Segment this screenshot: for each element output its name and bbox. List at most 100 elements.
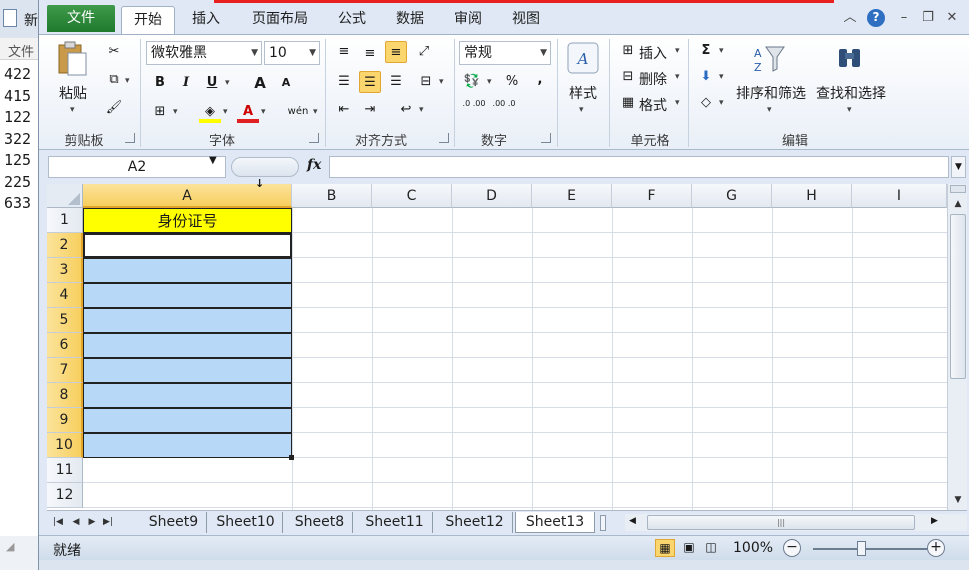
tab-home[interactable]: 开始 [121, 6, 175, 34]
last-sheet-icon[interactable]: ▶| [101, 515, 115, 530]
comma-button[interactable]: , [529, 69, 551, 91]
normal-view-icon[interactable]: ▦ [655, 539, 675, 557]
delete-cells-button[interactable]: 删除 [639, 69, 673, 89]
sheet-tab[interactable]: Sheet8 [287, 512, 353, 533]
window-restore-icon[interactable]: ❐ [919, 9, 937, 27]
cell-A9[interactable] [83, 408, 292, 433]
column-header-E[interactable]: E [532, 184, 612, 208]
currency-dropdown-icon[interactable]: ▾ [487, 77, 492, 87]
autosum-button[interactable]: Σ [695, 40, 717, 62]
scroll-down-icon[interactable]: ▼ [950, 492, 966, 508]
delete-dropdown-icon[interactable]: ▾ [675, 72, 680, 82]
vertical-scrollbar[interactable]: ▲ ▼ [947, 184, 967, 510]
cell-A10[interactable] [83, 433, 292, 458]
help-icon[interactable]: ? [867, 9, 885, 27]
sheet-tab-active[interactable]: Sheet13 [515, 512, 595, 533]
underline-dropdown-icon[interactable]: ▾ [225, 78, 230, 88]
expand-formula-bar-icon[interactable]: ▼ [951, 156, 966, 178]
horizontal-scrollbar[interactable]: ◀ ||| ▶ [625, 514, 967, 531]
align-bottom-icon[interactable]: ≡ [385, 41, 407, 63]
prev-sheet-icon[interactable]: ◀ [69, 515, 83, 530]
zoom-in-icon[interactable]: + [927, 539, 945, 557]
fill-color-icon[interactable]: ◈ [199, 101, 221, 123]
row-header-12[interactable]: 12 [47, 483, 83, 508]
column-header-H[interactable]: H [772, 184, 852, 208]
background-menu-file[interactable]: 文件 [8, 41, 34, 60]
format-cells-button[interactable]: 格式 [639, 95, 673, 115]
window-close-icon[interactable]: ✕ [943, 9, 961, 27]
ribbon-minimize-icon[interactable]: ︿ [841, 9, 859, 27]
formula-bar-splitter[interactable] [231, 157, 299, 177]
italic-button[interactable]: I [175, 72, 197, 94]
cell-A2[interactable] [83, 233, 292, 258]
align-right-icon[interactable]: ☰ [385, 71, 407, 93]
scroll-left-icon[interactable]: ◀ [629, 516, 636, 526]
row-header-4[interactable]: 4 [47, 283, 83, 308]
row-header-11[interactable]: 11 [47, 458, 83, 483]
horizontal-scroll-thumb[interactable]: ||| [647, 515, 915, 530]
copy-icon[interactable]: ⧉ [103, 69, 125, 91]
paste-button[interactable]: 粘贴 [49, 83, 97, 103]
row-header-6[interactable]: 6 [47, 333, 83, 358]
row-header-1[interactable]: 1 [47, 208, 83, 233]
borders-dropdown-icon[interactable]: ▾ [173, 107, 178, 117]
number-launcher-icon[interactable] [541, 133, 551, 143]
styles-dropdown-icon[interactable]: ▾ [579, 105, 584, 115]
clipboard-launcher-icon[interactable] [125, 133, 135, 143]
cell-A8[interactable] [83, 383, 292, 408]
number-format-combo[interactable]: 常规 ▼ [459, 41, 551, 65]
column-header-I[interactable]: I [852, 184, 947, 208]
next-sheet-icon[interactable]: ▶ [85, 515, 99, 530]
insert-cells-button[interactable]: 插入 [639, 43, 673, 63]
underline-button[interactable]: U [201, 72, 223, 94]
sheet-tab[interactable]: Sheet12 [437, 512, 513, 533]
select-all-corner[interactable] [47, 184, 83, 208]
vertical-scroll-thumb[interactable] [950, 214, 966, 379]
format-painter-icon[interactable]: 🖌 [103, 97, 125, 119]
scroll-right-icon[interactable]: ▶ [931, 516, 938, 526]
worksheet-grid[interactable]: A B C D E F G H I 1 2 3 4 5 6 7 8 9 10 1… [47, 184, 947, 510]
copy-dropdown-icon[interactable]: ▾ [125, 76, 130, 86]
phonetic-dropdown-icon[interactable]: ▾ [313, 107, 318, 117]
font-color-button[interactable]: A [237, 101, 259, 123]
tab-insert[interactable]: 插入 [182, 6, 230, 34]
tab-view[interactable]: 视图 [502, 6, 550, 34]
grow-font-button[interactable]: A [249, 72, 271, 94]
column-header-D[interactable]: D [452, 184, 532, 208]
row-header-2[interactable]: 2 [47, 233, 83, 258]
currency-icon[interactable]: 💱 [461, 71, 483, 93]
increase-decimal-button[interactable]: .0 .00 [461, 99, 487, 121]
paste-dropdown-icon[interactable]: ▾ [70, 105, 75, 115]
page-break-view-icon[interactable]: ◫ [701, 539, 721, 557]
scroll-up-icon[interactable]: ▲ [950, 196, 966, 212]
row-header-9[interactable]: 9 [47, 408, 83, 433]
sort-filter-icon[interactable]: A Z [752, 43, 786, 75]
font-launcher-icon[interactable] [309, 133, 319, 143]
row-header-10[interactable]: 10 [47, 433, 83, 458]
chevron-down-icon[interactable]: ▼ [251, 42, 258, 64]
cell-A4[interactable] [83, 283, 292, 308]
zoom-slider-track[interactable] [813, 548, 931, 550]
zoom-slider-thumb[interactable] [857, 541, 866, 556]
column-header-G[interactable]: G [692, 184, 772, 208]
wrap-text-icon[interactable]: ↩ [395, 99, 417, 121]
cell-A1[interactable]: 身份证号 [83, 208, 292, 233]
formula-input[interactable] [329, 156, 949, 178]
bold-button[interactable]: B [149, 72, 171, 94]
wrap-dropdown-icon[interactable]: ▾ [419, 105, 424, 115]
align-left-icon[interactable]: ☰ [333, 71, 355, 93]
chevron-down-icon[interactable]: ▼ [309, 42, 316, 64]
fill-dropdown-icon[interactable]: ▾ [719, 72, 724, 82]
clear-eraser-icon[interactable]: ◇ [695, 92, 717, 114]
align-top-icon[interactable]: ≡ [333, 41, 355, 63]
tab-formulas[interactable]: 公式 [328, 6, 376, 34]
sheet-tab[interactable]: Sheet9 [141, 512, 207, 533]
cell-A6[interactable] [83, 333, 292, 358]
font-size-combo[interactable]: 10 ▼ [264, 41, 320, 65]
tab-review[interactable]: 审阅 [444, 6, 492, 34]
find-dropdown-icon[interactable]: ▾ [847, 105, 852, 115]
name-box-dropdown-icon[interactable]: ▼ [209, 155, 217, 166]
zoom-level[interactable]: 100% [733, 540, 773, 556]
merge-center-icon[interactable]: ⊟ [415, 71, 437, 93]
decrease-indent-icon[interactable]: ⇤ [333, 99, 355, 121]
